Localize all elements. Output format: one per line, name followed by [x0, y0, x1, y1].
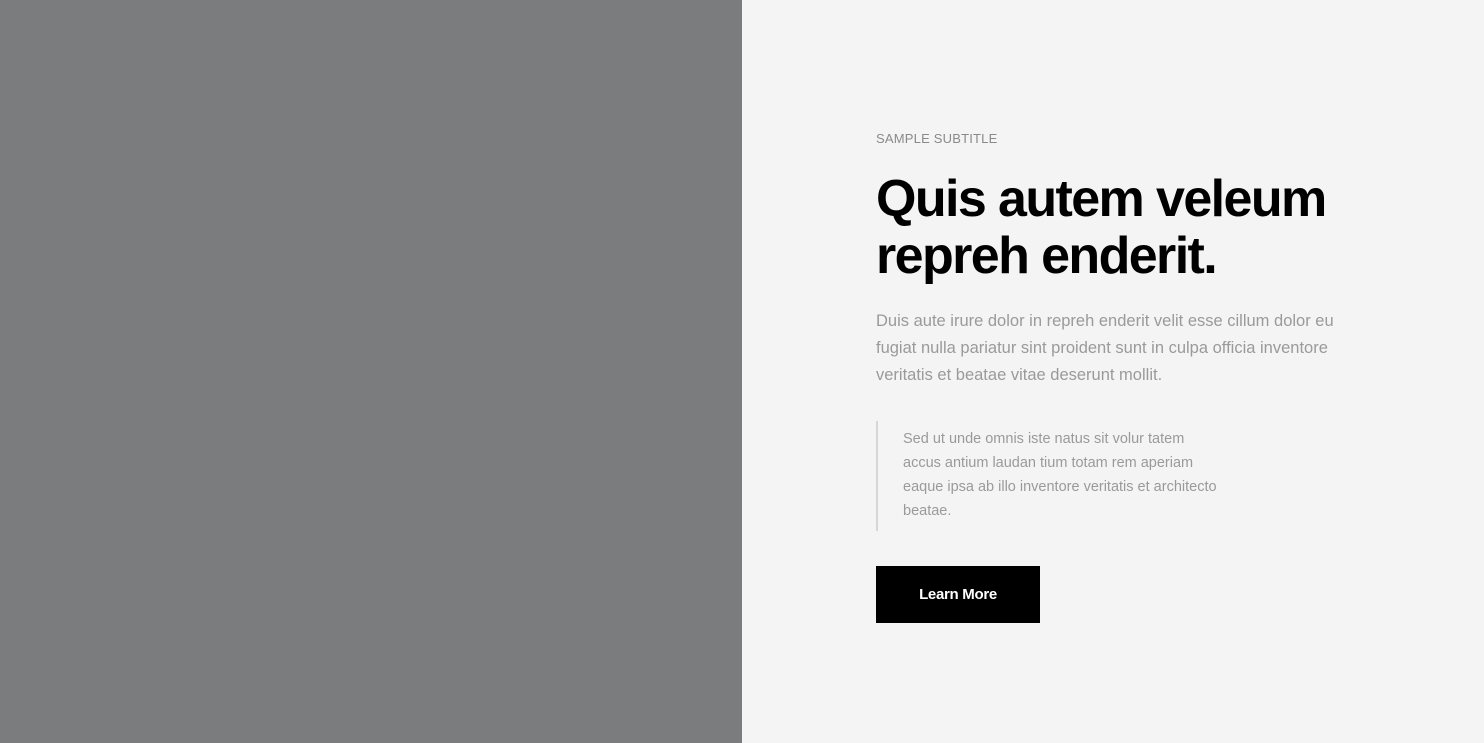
image-placeholder — [0, 0, 742, 743]
blockquote-text: Sed ut unde omnis iste natus sit volur t… — [903, 431, 1217, 519]
section-heading: Quis autem veleum repreh enderit. — [876, 170, 1327, 285]
hero-content: SAMPLE SUBTITLE Quis autem veleum repreh… — [876, 131, 1356, 623]
blockquote: Sed ut unde omnis iste natus sit volur t… — [876, 421, 1223, 531]
content-panel: SAMPLE SUBTITLE Quis autem veleum repreh… — [742, 0, 1484, 743]
section-description: Duis aute irure dolor in repreh enderit … — [876, 312, 1334, 384]
section-subtitle: SAMPLE SUBTITLE — [876, 131, 998, 146]
page: SAMPLE SUBTITLE Quis autem veleum repreh… — [0, 0, 1484, 743]
learn-more-button[interactable]: Learn More — [876, 566, 1040, 623]
